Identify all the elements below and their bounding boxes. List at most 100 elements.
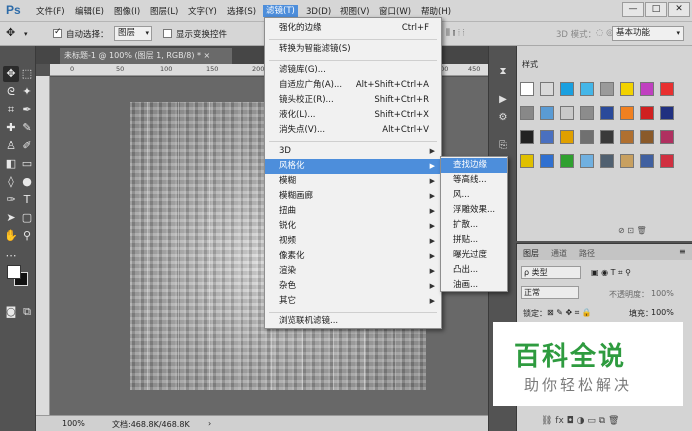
menu-item-last-filter[interactable]: 强化的边缘 Ctrl+F [265, 21, 441, 36]
type-tool-icon[interactable]: T [19, 192, 35, 208]
submenu-item-solarize[interactable]: 曝光过度 [441, 248, 507, 263]
auto-select-checkbox[interactable]: ✓ [53, 27, 62, 38]
style-swatch[interactable] [560, 82, 574, 96]
style-swatch[interactable] [600, 82, 614, 96]
menu-filter[interactable]: 滤镜(T) [263, 5, 298, 17]
submenu-item-diffuse[interactable]: 扩散... [441, 218, 507, 233]
style-swatch[interactable] [600, 130, 614, 144]
properties-icon[interactable]: ⚙ [495, 110, 511, 126]
menu-item-adaptive-wide-angle[interactable]: 自适应广角(A)... Alt+Shift+Ctrl+A [265, 78, 441, 93]
menu-item-pixelate[interactable]: 像素化 ▶ [265, 249, 441, 264]
show-transform-checkbox[interactable] [163, 29, 172, 38]
menu-item-smart-filter[interactable]: 转换为智能滤镜(S) [265, 42, 441, 57]
move-tool-icon[interactable]: ✥ [6, 26, 15, 39]
style-swatch[interactable] [620, 82, 634, 96]
menu-file[interactable]: 文件(F) [36, 6, 65, 18]
zoom-level[interactable]: 100% [62, 419, 85, 428]
dodge-tool-icon[interactable]: ● [19, 174, 35, 190]
submenu-item-find-edges[interactable]: 查找边缘 [441, 158, 507, 173]
panel-footer-icons[interactable]: ⊘ ⊡ 🗑 [618, 226, 647, 235]
history-icon[interactable]: ⧗ [495, 64, 511, 80]
path-select-icon[interactable]: ➤ [3, 210, 19, 226]
menu-item-filter-gallery[interactable]: 滤镜库(G)... [265, 63, 441, 78]
style-swatch[interactable] [560, 106, 574, 120]
more-tools-icon[interactable]: ⋯ [3, 248, 19, 264]
menu-item-blur[interactable]: 模糊 ▶ [265, 174, 441, 189]
align-icons[interactable]: ⫼ ⫾ ⦙ ⦙ [446, 28, 465, 38]
menu-item-liquify[interactable]: 液化(L)... Shift+Ctrl+X [265, 108, 441, 123]
menu-image[interactable]: 图像(I) [114, 6, 140, 18]
menu-type[interactable]: 文字(Y) [188, 6, 217, 18]
move-tool-icon[interactable]: ✥ [3, 66, 19, 82]
style-swatch[interactable] [520, 154, 534, 168]
style-swatch[interactable] [540, 82, 554, 96]
screen-mode-icon[interactable]: ⧉ [19, 304, 35, 320]
gradient-tool-icon[interactable]: ▭ [19, 156, 35, 172]
foreground-color-swatch[interactable] [7, 265, 21, 279]
style-swatch[interactable] [540, 154, 554, 168]
tab-layers[interactable]: 图层 [523, 248, 539, 259]
style-swatch[interactable] [560, 154, 574, 168]
blend-mode-dropdown[interactable]: 正常 [521, 286, 579, 299]
lasso-tool-icon[interactable]: ᘓ [3, 84, 19, 100]
menu-item-distort[interactable]: 扭曲 ▶ [265, 204, 441, 219]
styles-tab[interactable]: 样式 [518, 58, 550, 72]
style-swatch[interactable] [640, 130, 654, 144]
hand-tool-icon[interactable]: ✋ [3, 228, 19, 244]
menu-item-stylize[interactable]: 风格化 ▶ [265, 159, 441, 174]
style-swatch[interactable] [660, 82, 674, 96]
pen-tool-icon[interactable]: ✑ [3, 192, 19, 208]
magic-wand-icon[interactable]: ✦ [19, 84, 35, 100]
doc-size-info[interactable]: 文档:468.8K/468.8K [112, 419, 190, 430]
style-swatch[interactable] [540, 130, 554, 144]
style-swatch[interactable] [580, 82, 594, 96]
tab-paths[interactable]: 路径 [579, 248, 595, 259]
workspace-dropdown[interactable]: 基本功能 ▾ [612, 26, 684, 41]
submenu-item-oil-paint[interactable]: 油画... [441, 278, 507, 293]
auto-select-dropdown[interactable]: 图层 ▾ [114, 26, 152, 41]
style-swatch[interactable] [660, 130, 674, 144]
submenu-item-contour[interactable]: 等高线... [441, 173, 507, 188]
panel-menu-icon[interactable]: ≡ [679, 247, 686, 256]
menu-layer[interactable]: 图层(L) [150, 6, 178, 18]
style-swatch[interactable] [620, 154, 634, 168]
style-swatch[interactable] [640, 82, 654, 96]
actions-icon[interactable]: ▶ [495, 92, 511, 108]
status-arrow-icon[interactable]: › [208, 419, 211, 428]
menu-select[interactable]: 选择(S) [227, 6, 256, 18]
style-swatch[interactable] [520, 82, 534, 96]
style-swatch[interactable] [520, 106, 534, 120]
style-swatch[interactable] [580, 130, 594, 144]
menu-item-video[interactable]: 视频 ▶ [265, 234, 441, 249]
lock-icons[interactable]: ⊠ ✎ ✥ ⌗ 🔒 [547, 308, 592, 318]
style-swatch[interactable] [660, 154, 674, 168]
submenu-item-tiles[interactable]: 拼贴... [441, 233, 507, 248]
brush-presets-icon[interactable]: ⎘ [495, 138, 511, 154]
shape-tool-icon[interactable]: ▢ [19, 210, 35, 226]
style-swatch[interactable] [520, 130, 534, 144]
quick-mask-icon[interactable]: ◙ [3, 304, 19, 320]
style-swatch[interactable] [600, 106, 614, 120]
menu-edit[interactable]: 编辑(E) [75, 6, 104, 18]
style-swatch[interactable] [640, 106, 654, 120]
layer-filter-icons[interactable]: ▣ ◉ T ⌗ ⚲ [591, 268, 631, 278]
menu-item-3d[interactable]: 3D ▶ [265, 144, 441, 159]
zoom-tool-icon[interactable]: ⚲ [19, 228, 35, 244]
healing-brush-icon[interactable]: ✚ [3, 120, 19, 136]
crop-tool-icon[interactable]: ⌗ [3, 102, 19, 118]
menu-item-sharpen[interactable]: 锐化 ▶ [265, 219, 441, 234]
style-swatch[interactable] [560, 130, 574, 144]
submenu-item-wind[interactable]: 风... [441, 188, 507, 203]
layers-footer-icons[interactable]: ⛓ fx ◘ ◑ ▭ ⧉ 🗑 [541, 416, 619, 426]
marquee-tool-icon[interactable]: ⬚ [19, 66, 35, 82]
style-swatch[interactable] [580, 154, 594, 168]
maximize-button[interactable]: □ [645, 2, 667, 17]
menu-item-lens-correction[interactable]: 镜头校正(R)... Shift+Ctrl+R [265, 93, 441, 108]
menu-item-browse-online[interactable]: 浏览联机滤镜... [265, 314, 441, 329]
close-button[interactable]: ✕ [668, 2, 690, 17]
menu-item-other[interactable]: 其它 ▶ [265, 294, 441, 309]
3d-orbit-icon[interactable]: ◌ ◎ [596, 28, 614, 38]
eraser-icon[interactable]: ◧ [3, 156, 19, 172]
kind-filter-dropdown[interactable]: ρ 类型 [521, 266, 581, 279]
style-swatch[interactable] [540, 106, 554, 120]
